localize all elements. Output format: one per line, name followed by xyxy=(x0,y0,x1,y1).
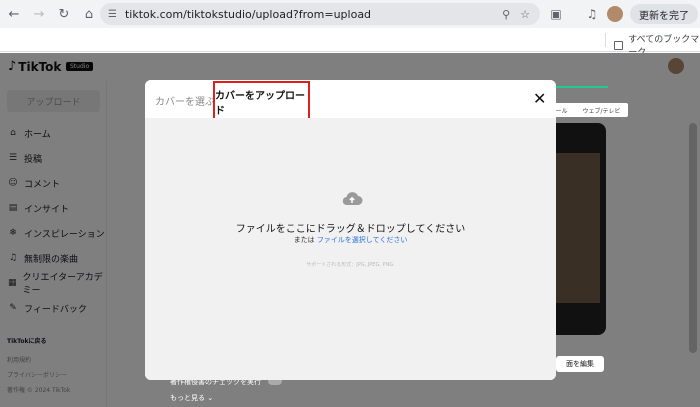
cover-dialog: カバーを選ぶ カバーをアップロード ✕ ファイルをここにドラッグ＆ドロップしてく… xyxy=(145,80,556,380)
tab-upload-cover[interactable]: カバーをアップロード xyxy=(213,81,310,122)
select-file-link[interactable]: ファイルを選択してください xyxy=(317,236,408,244)
supported-formats: サポートされる形式：JPG, JPEG, PNG. xyxy=(306,262,395,268)
show-more-link[interactable]: もっと見る ⌄ xyxy=(170,393,213,403)
extensions-icon[interactable]: ▣ xyxy=(547,5,565,23)
back-icon[interactable]: ← xyxy=(3,3,25,25)
update-button[interactable]: 更新を完了 xyxy=(630,4,698,24)
phone-preview xyxy=(548,123,606,335)
cloud-upload-icon xyxy=(342,192,363,206)
progress-line xyxy=(548,86,608,88)
reload-icon[interactable]: ↻ xyxy=(53,3,75,25)
star-icon[interactable]: ☆ xyxy=(520,8,530,21)
bookmark-separator xyxy=(605,33,606,47)
edit-cover-button[interactable]: 面を編集 xyxy=(556,356,604,372)
tab-select-cover[interactable]: カバーを選ぶ xyxy=(155,93,215,108)
drop-instruction: ファイルをここにドラッグ＆ドロップしてください xyxy=(235,224,466,235)
drop-or-text: または xyxy=(293,236,315,244)
preview-tabs: ール ウェブ/テレビ xyxy=(548,103,628,117)
browser-toolbar: ← → ↻ ⌂ ☰ tiktok.com/tiktokstudio/upload… xyxy=(0,0,700,28)
preview-tab-feed[interactable]: ール xyxy=(555,106,567,115)
bookmark-bar: すべてのブックマーク xyxy=(0,28,700,58)
site-info-icon[interactable]: ☰ xyxy=(108,9,117,20)
home-nav-icon[interactable]: ⌂ xyxy=(78,3,100,25)
folder-icon xyxy=(614,40,624,50)
url-text: tiktok.com/tiktokstudio/upload?from=uplo… xyxy=(124,7,372,21)
drop-subtext: または ファイルを選択してください xyxy=(145,235,556,245)
drop-zone[interactable]: ファイルをここにドラッグ＆ドロップしてください または ファイルを選択してくださ… xyxy=(145,118,556,380)
address-bar[interactable]: ☰ tiktok.com/tiktokstudio/upload?from=up… xyxy=(100,3,540,25)
tab-upload-label: カバーをアップロード xyxy=(215,90,305,117)
video-thumbnail xyxy=(552,153,600,303)
browser-profile-avatar[interactable] xyxy=(607,6,623,22)
zoom-icon[interactable]: ⚲ xyxy=(502,8,510,21)
media-icon[interactable]: ♫ xyxy=(583,5,601,23)
dialog-header: カバーを選ぶ カバーをアップロード ✕ xyxy=(145,80,556,122)
forward-icon[interactable]: → xyxy=(28,3,50,25)
show-more-label: もっと見る xyxy=(170,394,205,402)
preview-tab-web[interactable]: ウェブ/テレビ xyxy=(582,106,620,115)
close-icon[interactable]: ✕ xyxy=(533,89,546,108)
